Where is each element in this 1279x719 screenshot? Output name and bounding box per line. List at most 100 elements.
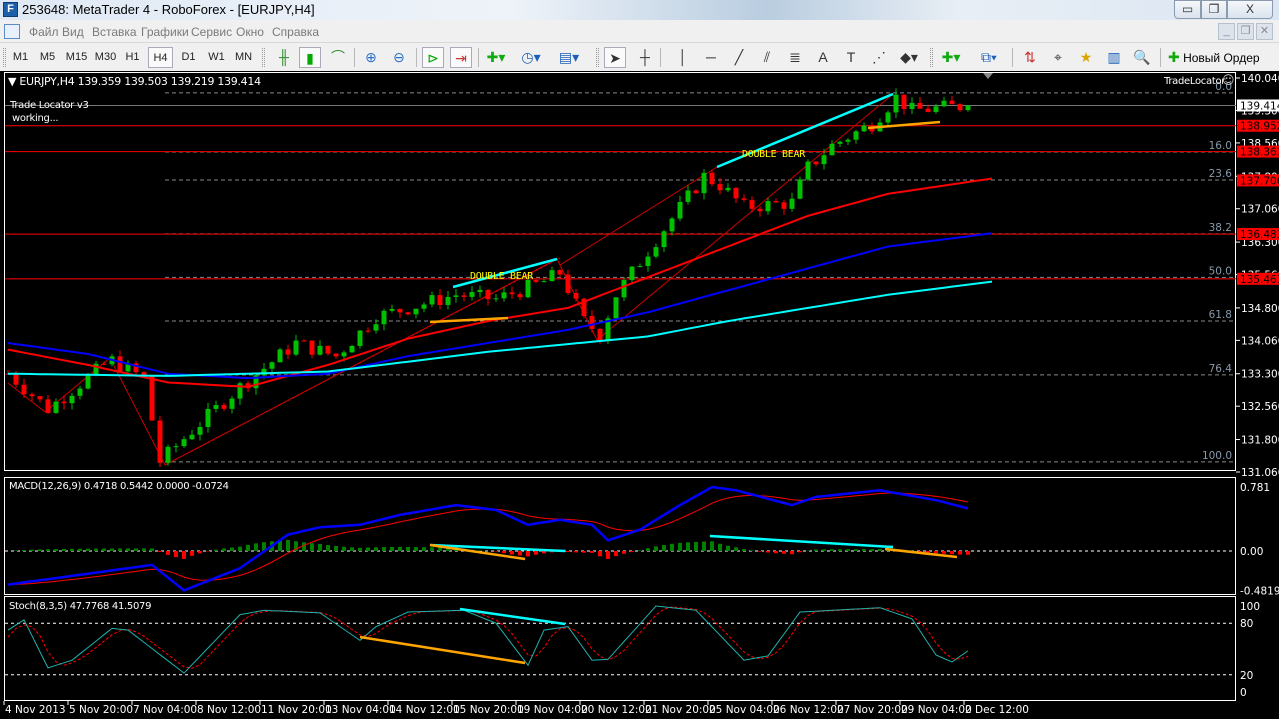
bear-candle	[781, 202, 787, 209]
close-button[interactable]: X	[1227, 0, 1273, 19]
navigator-icon[interactable]: ★	[1075, 47, 1097, 68]
timeframe-m15[interactable]: M15	[64, 47, 89, 68]
bull-candle	[965, 105, 971, 111]
chart-shift-icon[interactable]: ⇥	[450, 47, 472, 68]
macd-histogram-bar	[94, 548, 98, 551]
fib-level-label: 50.0	[1209, 265, 1232, 277]
restore-button[interactable]: ❐	[1201, 0, 1227, 19]
macd-histogram-bar	[318, 543, 322, 551]
time-axis-label: 15 Nov 20:00	[453, 704, 524, 716]
text-icon[interactable]: A	[812, 47, 834, 68]
new-chart-dropdown-icon[interactable]: ✚▾	[940, 47, 962, 68]
periods-dropdown-icon[interactable]: ◷▾	[520, 47, 542, 68]
trendline-icon[interactable]: ╱	[728, 47, 750, 68]
vertical-line-icon[interactable]: │	[672, 47, 694, 68]
menu-charts[interactable]: Графики	[141, 25, 189, 39]
timeframe-m5[interactable]: M5	[35, 47, 60, 68]
timeframe-d1[interactable]: D1	[176, 47, 201, 68]
mdi-close-button[interactable]: ✕	[1256, 23, 1273, 40]
strategy-tester-icon[interactable]: 🔍	[1131, 47, 1153, 68]
time-axis-label: 21 Nov 20:00	[645, 704, 716, 716]
price-tick-label: 131.800	[1241, 435, 1279, 447]
bear-candle	[365, 330, 371, 332]
bull-candle	[645, 256, 651, 267]
timeframe-m1[interactable]: M1	[8, 47, 33, 68]
equidistant-channel-icon[interactable]: ⫽	[756, 47, 778, 68]
bear-candle	[221, 405, 227, 409]
macd-histogram-bar	[166, 551, 170, 555]
profiles-dropdown-icon[interactable]: ⧉▾	[978, 47, 1000, 68]
macd-histogram-bar	[14, 550, 18, 551]
macd-histogram-bar	[254, 543, 258, 551]
macd-histogram-bar	[774, 551, 778, 554]
minimize-button[interactable]: ▭	[1174, 0, 1201, 19]
bear-candle	[533, 279, 539, 282]
macd-histogram-bar	[406, 546, 410, 551]
macd-histogram-bar	[110, 548, 114, 551]
macd-histogram-bar	[502, 551, 506, 554]
toolbar-grip[interactable]	[3, 48, 6, 67]
bull-candle	[373, 324, 379, 331]
bull-candle	[725, 187, 731, 191]
bear-candle	[405, 312, 411, 315]
menu-window[interactable]: Окно	[236, 25, 264, 39]
cursor-icon[interactable]: ➤	[604, 47, 626, 68]
bull-candle	[445, 296, 451, 305]
bar-chart-icon[interactable]: ╫	[273, 47, 295, 68]
bear-candle	[741, 198, 747, 200]
menu-help[interactable]: Справка	[272, 25, 319, 39]
candlestick-chart-icon[interactable]: ▮	[299, 47, 321, 68]
macd-histogram-bar	[846, 549, 850, 551]
timeframe-mn[interactable]: MN	[231, 47, 256, 68]
timeframe-h4[interactable]: H4	[148, 47, 173, 68]
mdi-restore-button[interactable]: ❐	[1237, 23, 1254, 40]
menu-tools[interactable]: Сервис	[191, 25, 232, 39]
menu-file[interactable]: Файл	[29, 25, 59, 39]
bear-candle	[709, 172, 715, 185]
macd-histogram-bar	[598, 551, 602, 557]
data-window-icon[interactable]: ⌖	[1047, 47, 1069, 68]
horizontal-line-icon[interactable]: ─	[700, 47, 722, 68]
zoom-in-icon[interactable]: ⊕	[360, 47, 382, 68]
arrows-dropdown-icon[interactable]: ◆▾	[898, 47, 920, 68]
market-watch-icon[interactable]: ⇅	[1019, 47, 1041, 68]
toolbar-grip[interactable]	[596, 48, 599, 67]
terminal-icon[interactable]: ▥	[1103, 47, 1125, 68]
bull-candle	[413, 308, 419, 315]
macd-histogram-bar	[302, 542, 306, 551]
fibonacci-fan-icon[interactable]: ⋰	[868, 47, 890, 68]
stoch-axis-label: 20	[1240, 670, 1253, 682]
timeframe-h1[interactable]: H1	[120, 47, 145, 68]
chart-canvas[interactable]: 140.040139.300138.560137.800137.060136.3…	[0, 71, 1279, 719]
line-chart-icon[interactable]: ⌒	[327, 47, 349, 68]
bear-candle	[21, 384, 27, 395]
zoom-out-icon[interactable]: ⊖	[388, 47, 410, 68]
fibonacci-retracement-icon[interactable]: ≣	[784, 47, 806, 68]
crosshair-icon[interactable]: ┼	[634, 47, 656, 68]
bull-candle	[197, 426, 203, 435]
new-order-button[interactable]: ✚ Новый Ордер	[1168, 47, 1260, 68]
macd-histogram-bar	[606, 551, 610, 559]
indicators-dropdown-icon[interactable]: ✚▾	[485, 47, 507, 68]
macd-histogram-bar	[566, 551, 570, 552]
chart-window[interactable]: 140.040139.300138.560137.800137.060136.3…	[0, 71, 1279, 719]
bull-candle	[685, 190, 691, 202]
mdi-minimize-button[interactable]: _	[1218, 23, 1235, 40]
level-price-tag-label: 136.483	[1240, 229, 1279, 241]
menu-view[interactable]: Вид	[62, 25, 84, 39]
toolbar-grip[interactable]	[262, 48, 265, 67]
menu-insert[interactable]: Вставка	[92, 25, 137, 39]
stoch-pane-frame	[4, 596, 1236, 701]
bear-candle	[949, 100, 955, 105]
bear-candle	[485, 289, 491, 300]
timeframe-m30[interactable]: M30	[93, 47, 118, 68]
macd-histogram-bar	[950, 551, 954, 555]
text-label-icon[interactable]: T	[840, 47, 862, 68]
bull-candle	[805, 161, 811, 180]
toolbar-grip[interactable]	[930, 48, 933, 67]
bear-candle	[557, 270, 563, 275]
templates-dropdown-icon[interactable]: ▤▾	[558, 47, 580, 68]
auto-scroll-icon[interactable]: ⊳	[422, 47, 444, 68]
time-axis-label: 2 Dec 12:00	[965, 704, 1029, 716]
timeframe-w1[interactable]: W1	[204, 47, 229, 68]
